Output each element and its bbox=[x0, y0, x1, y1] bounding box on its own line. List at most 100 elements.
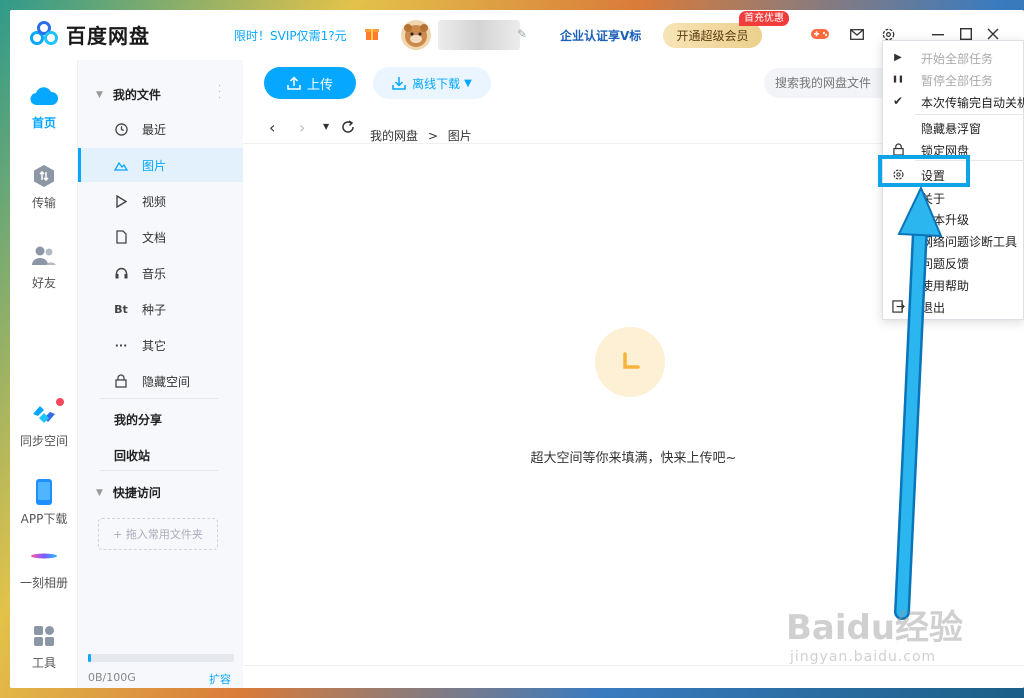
phone-icon bbox=[30, 478, 58, 506]
upload-label: 上传 bbox=[306, 77, 333, 93]
menu-item-pause-all[interactable]: ❚❚ 暂停全部任务 bbox=[883, 68, 1024, 90]
sidebar-item-label: 音乐 bbox=[142, 266, 167, 281]
dropdown-caret-icon: ▼ bbox=[464, 77, 472, 89]
transfer-icon bbox=[30, 162, 58, 190]
menu-item-label: 暂停全部任务 bbox=[921, 74, 994, 88]
rail-item-app-download[interactable]: APP下载 bbox=[10, 478, 78, 527]
sidebar-item-label: 图片 bbox=[142, 158, 167, 173]
rail-item-friends[interactable]: 好友 bbox=[10, 242, 78, 291]
my-share-link[interactable]: 我的分享 bbox=[114, 411, 162, 428]
app-window: 百度网盘 限时！SVIP仅需1?元 ✎ 企业认证享V标 开通超级会员 首充优惠 bbox=[10, 10, 1024, 688]
sidebar-item-videos[interactable]: 视频 bbox=[78, 184, 243, 218]
more-icon: ··· bbox=[114, 338, 128, 352]
gift-icon[interactable] bbox=[364, 25, 380, 41]
sidebar-item-label: 最近 bbox=[142, 122, 167, 137]
menu-item-label: 网络问题诊断工具 bbox=[921, 235, 1018, 249]
baidu-netdisk-logo-icon bbox=[28, 20, 60, 49]
play-icon: ▶ bbox=[894, 51, 902, 63]
baidu-jingyan-watermark: Baidu经验 jingyan.baidu.com bbox=[786, 600, 963, 665]
menu-item-auto-shutdown[interactable]: ✔ 本次传输完自动关机 bbox=[883, 90, 1024, 112]
username-redacted bbox=[438, 20, 520, 50]
sidebar-item-recent[interactable]: 最近 bbox=[78, 112, 243, 146]
first-charge-badge: 首充优惠 bbox=[739, 11, 789, 26]
my-files-header[interactable]: ▼ 我的文件 bbox=[96, 86, 161, 103]
user-avatar[interactable] bbox=[401, 20, 431, 50]
mountain-icon bbox=[114, 158, 128, 172]
upload-button[interactable]: 上传 bbox=[264, 67, 356, 99]
menu-item-exit[interactable]: 退出 bbox=[883, 295, 1024, 317]
sidebar-item-hidden-space[interactable]: 隐藏空间 bbox=[78, 364, 243, 398]
watermark-logo: Baidu经验 bbox=[786, 608, 964, 648]
rail-item-home[interactable]: 首页 bbox=[10, 82, 78, 131]
menu-item-label: 开始全部任务 bbox=[921, 52, 994, 66]
rail-item-sync-space[interactable]: 同步空间 bbox=[10, 398, 78, 449]
rail-label: 同步空间 bbox=[19, 434, 68, 448]
sidebar-item-music[interactable]: 音乐 bbox=[78, 256, 243, 290]
lock-icon bbox=[114, 374, 128, 388]
sidebar-item-pictures[interactable]: 图片 bbox=[78, 148, 243, 182]
menu-item-upgrade[interactable]: 版本升级 bbox=[883, 207, 1024, 229]
file-sidebar: ▼ 我的文件 · · · 最近 图片 视频 文档 音乐 Bt 种子 ··· 其它… bbox=[78, 60, 243, 688]
notification-dot bbox=[56, 398, 64, 406]
menu-item-label: 使用帮助 bbox=[921, 279, 970, 293]
menu-item-feedback[interactable]: 问题反馈 bbox=[883, 251, 1024, 273]
upload-icon bbox=[287, 76, 301, 90]
more-vertical-icon[interactable]: · · · bbox=[218, 82, 221, 104]
rail-label: 首页 bbox=[31, 116, 56, 130]
play-icon bbox=[114, 194, 128, 208]
mail-icon[interactable] bbox=[847, 24, 867, 44]
refresh-icon[interactable] bbox=[341, 119, 355, 138]
breadcrumb-current: 图片 bbox=[447, 129, 472, 143]
menu-item-label: 本次传输完自动关机 bbox=[921, 96, 1024, 110]
menu-divider bbox=[915, 114, 1024, 115]
menu-item-about[interactable]: 关于 bbox=[883, 186, 1024, 208]
menu-item-start-all[interactable]: ▶ 开始全部任务 bbox=[883, 46, 1024, 68]
sidebar-item-label: 种子 bbox=[142, 302, 167, 317]
people-icon bbox=[30, 242, 58, 270]
forward-arrow-icon[interactable]: › bbox=[299, 118, 305, 137]
sync-icon bbox=[30, 398, 64, 428]
tools-grid-icon bbox=[30, 622, 58, 650]
sidebar-item-label: 隐藏空间 bbox=[142, 374, 191, 389]
sidebar-item-label: 文档 bbox=[142, 230, 167, 245]
offline-download-label: 离线下载 bbox=[412, 76, 461, 91]
left-nav-rail: 首页 传输 好友 同步空间 APP下载 一刻相册 工具 bbox=[10, 60, 78, 688]
rail-item-tools[interactable]: 工具 bbox=[10, 622, 78, 671]
drop-folder-zone[interactable]: + 拖入常用文件夹 bbox=[98, 518, 218, 550]
menu-item-help[interactable]: 使用帮助 bbox=[883, 273, 1024, 295]
title-bar: 百度网盘 限时！SVIP仅需1?元 ✎ 企业认证享V标 开通超级会员 首充优惠 bbox=[10, 10, 1024, 60]
offline-download-button[interactable]: 离线下载 ▼ bbox=[373, 67, 491, 99]
back-arrow-icon[interactable]: ‹ bbox=[269, 118, 275, 137]
storage-quota-text: 0B/100G bbox=[88, 671, 136, 684]
sidebar-item-others[interactable]: ··· 其它 bbox=[78, 328, 243, 362]
game-controller-icon[interactable] bbox=[810, 24, 830, 44]
menu-item-hide-float[interactable]: 隐藏悬浮窗 bbox=[883, 116, 1024, 138]
download-icon bbox=[392, 77, 406, 90]
menu-item-network-diagnosis[interactable]: 网络问题诊断工具 bbox=[883, 229, 1024, 251]
sidebar-item-torrents[interactable]: Bt 种子 bbox=[78, 292, 243, 326]
quick-access-header[interactable]: ▼ 快捷访问 bbox=[96, 484, 161, 501]
empty-state-icon bbox=[595, 327, 665, 397]
settings-highlight-box bbox=[878, 155, 970, 187]
open-svip-button[interactable]: 开通超级会员 bbox=[663, 23, 762, 48]
recycle-bin-link[interactable]: 回收站 bbox=[114, 447, 150, 464]
menu-item-label: 版本升级 bbox=[921, 213, 970, 227]
divider bbox=[100, 398, 218, 399]
menu-item-label: 退出 bbox=[921, 301, 946, 315]
rail-item-transfer[interactable]: 传输 bbox=[10, 162, 78, 211]
breadcrumb-root[interactable]: 我的网盘 bbox=[370, 129, 418, 143]
app-name: 百度网盘 bbox=[66, 24, 150, 48]
history-dropdown-icon[interactable]: ▼ bbox=[323, 122, 329, 131]
rail-label: 传输 bbox=[31, 196, 56, 210]
sidebar-item-label: 其它 bbox=[142, 338, 167, 353]
search-input[interactable] bbox=[764, 68, 894, 98]
breadcrumb-separator: > bbox=[427, 129, 438, 143]
rail-item-moment-album[interactable]: 一刻相册 bbox=[10, 542, 78, 591]
watermark-url: jingyan.baidu.com bbox=[790, 649, 937, 665]
svip-promo-link[interactable]: 限时！SVIP仅需1?元 bbox=[234, 27, 347, 44]
status-divider bbox=[243, 665, 1024, 666]
edit-icon[interactable]: ✎ bbox=[517, 27, 527, 41]
enterprise-verify-link[interactable]: 企业认证享V标 bbox=[560, 27, 641, 44]
expand-storage-link[interactable]: 扩容 bbox=[209, 671, 231, 687]
sidebar-item-documents[interactable]: 文档 bbox=[78, 220, 243, 254]
